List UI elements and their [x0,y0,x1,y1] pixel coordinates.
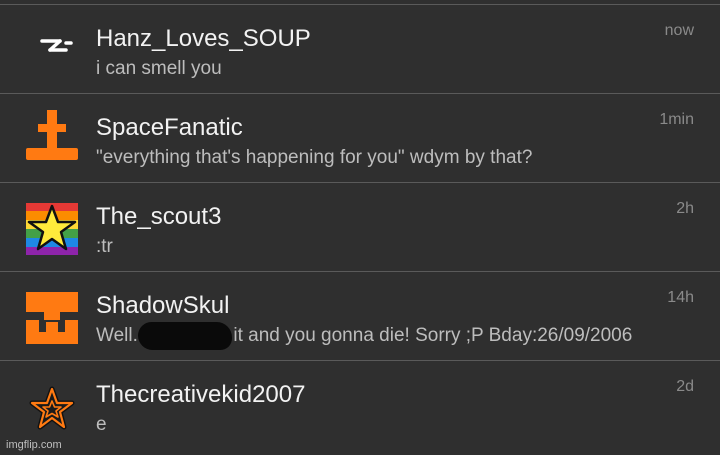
star-outline-icon [24,381,80,437]
message-preview: "everything that's happening for you" wd… [96,147,533,168]
orange-cross-icon [24,108,80,164]
message-time: now [664,22,694,39]
message-preview: :tr [96,236,113,257]
contact-name: Thecreativekid2007 [96,381,306,408]
contact-name: Hanz_Loves_SOUP [96,25,311,52]
contact-name: SpaceFanatic [96,114,243,141]
conversation-item[interactable]: SpaceFanatic "everything that's happenin… [0,93,720,181]
lightning-icon [24,17,80,73]
message-preview: i can smell you [96,58,222,79]
message-time: 2h [676,200,694,217]
contact-name: ShadowSkul [96,292,230,319]
message-preview: e [96,414,107,435]
message-time: 2d [676,378,694,395]
conversation-item[interactable]: Hanz_Loves_SOUP i can smell you now [0,4,720,92]
orange-skull-icon [24,290,80,346]
conversation-item[interactable]: ShadowSkul Well.. I can't tell it and yo… [0,271,720,359]
watermark: imgflip.com [6,439,62,451]
contact-name: The_scout3 [96,203,222,230]
rainbow-star-icon [24,201,80,257]
conversation-item[interactable]: The_scout3 :tr 2h [0,182,720,270]
conversation-item[interactable]: Thecreativekid2007 e 2d [0,360,720,455]
message-time: 14h [667,289,694,306]
redaction-scribble [138,322,232,350]
message-time: 1min [659,111,694,128]
conversation-list: Hanz_Loves_SOUP i can smell you now Spac… [0,0,720,455]
